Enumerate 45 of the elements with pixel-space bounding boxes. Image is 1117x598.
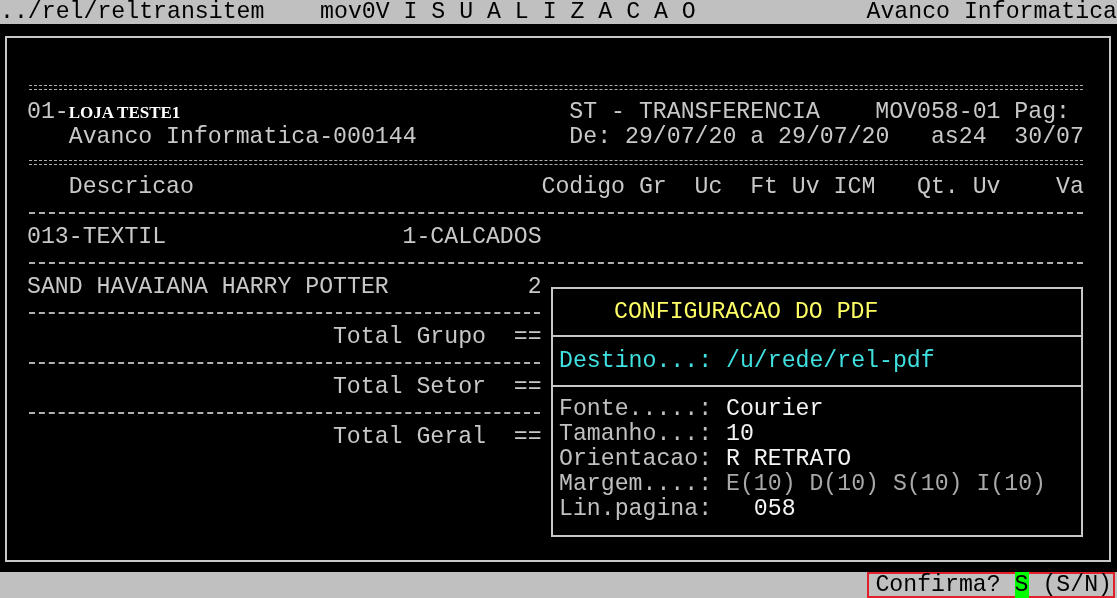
column-header: Va xyxy=(1056,175,1084,200)
store-name: LOJA TESTE1 xyxy=(68,102,182,124)
total-label: Total Grupo == xyxy=(332,325,542,350)
column-header: Uv xyxy=(972,175,1001,200)
total-label: Total Setor == xyxy=(332,375,542,400)
column-header: Descricao xyxy=(68,175,194,200)
report-type: ST - TRANSFERENCIA xyxy=(569,100,820,125)
item-code: 2 xyxy=(527,275,542,300)
destination-label: Destino...: xyxy=(559,348,713,374)
column-header: Qt. xyxy=(917,175,959,200)
file-path: ../rel/reltransitem xyxy=(0,0,265,24)
dialog-title: CONFIGURACAO DO PDF xyxy=(614,299,879,325)
report-date: 30/07 xyxy=(1014,125,1084,150)
field-value: 058 xyxy=(753,497,796,522)
item-description: SAND HAVAIANA HARRY POTTER xyxy=(27,275,389,300)
column-header: Uc xyxy=(694,175,723,200)
field-label: Fonte.....: xyxy=(559,397,713,422)
answer-field[interactable]: S xyxy=(1014,572,1029,598)
page-label: Pag: xyxy=(1014,100,1070,125)
destination-value: /u/rede/rel-pdf xyxy=(725,348,935,374)
field-value: 10 xyxy=(725,422,754,447)
field-label: Orientacao: xyxy=(559,447,713,472)
group-label: 1-CALCADOS xyxy=(402,225,542,250)
field-label: Lin.pagina: xyxy=(559,497,713,522)
field-label: Margem....: xyxy=(559,472,713,497)
column-header: Uv xyxy=(791,175,820,200)
column-header: Codigo xyxy=(541,175,625,200)
report-id: MOV058-01 xyxy=(875,100,1001,125)
field-label: Tamanho...: xyxy=(559,422,713,447)
user-code: as24 xyxy=(930,125,987,150)
field-value: Courier xyxy=(725,397,824,422)
column-header: Gr xyxy=(638,175,667,200)
column-header: Ft xyxy=(750,175,778,200)
sector-label: 013-TEXTIL xyxy=(27,225,167,250)
company-name: Avanco Informatica xyxy=(866,0,1117,24)
company-code: Avanco Informatica-000144 xyxy=(68,125,417,150)
confirm-prompt: Confirma? xyxy=(875,572,1001,598)
column-header: ICM xyxy=(833,175,876,200)
store-code: 01- xyxy=(27,100,69,125)
field-value: E(10) D(10) S(10) I(10) xyxy=(725,472,1046,497)
date-range: De: 29/07/20 a 29/07/20 xyxy=(569,125,890,150)
total-label: Total Geral == xyxy=(332,425,542,450)
field-value: R RETRATO xyxy=(725,447,852,472)
answer-options: (S/N) xyxy=(1042,572,1112,598)
program-title: mov0V I S U A L I Z A C A O xyxy=(320,0,696,24)
